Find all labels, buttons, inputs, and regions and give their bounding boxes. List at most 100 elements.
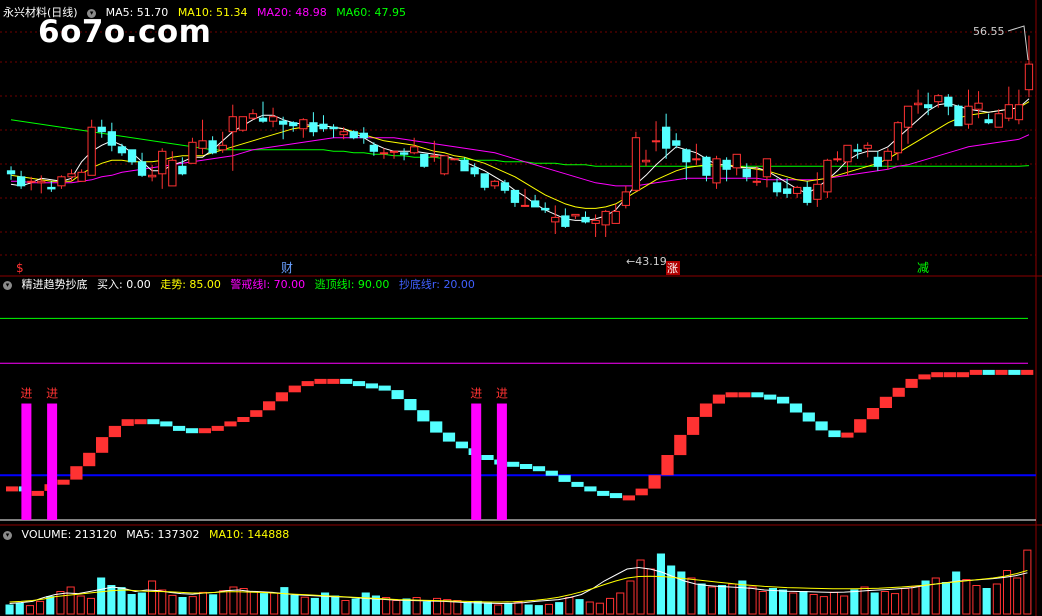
event-marker-1[interactable]: $ xyxy=(16,261,24,275)
candle-up xyxy=(238,116,247,131)
candle-up xyxy=(269,116,278,122)
volume-bar-up xyxy=(66,586,75,615)
candlestick-layer[interactable] xyxy=(6,35,1034,237)
candle-down xyxy=(258,117,268,122)
trend-bar-down xyxy=(609,493,623,499)
panel-toggle-icon[interactable]: ▾ xyxy=(3,280,12,290)
volume-bar-down xyxy=(483,602,492,615)
stock-name[interactable]: 永兴材料(日线) xyxy=(3,6,78,19)
candle-up xyxy=(571,213,580,217)
volume-bar-up xyxy=(626,580,635,615)
candle-down xyxy=(178,165,187,175)
volume-bar-down xyxy=(422,601,431,615)
trend-bar-up xyxy=(288,385,301,393)
candle-down xyxy=(500,182,510,191)
candle-down xyxy=(460,159,469,172)
indicator-panel-header: ▾ 精进趋势抄底 买入: 0.00 走势: 85.00 警戒线l: 70.00 … xyxy=(3,277,481,293)
trend-value: 走势: 85.00 xyxy=(160,278,221,291)
volume-bar-up xyxy=(901,588,910,615)
candle-up xyxy=(410,146,419,154)
candle-up xyxy=(611,210,620,224)
trend-bar-up xyxy=(224,421,237,427)
candle-down xyxy=(137,161,147,176)
volume-bar-down xyxy=(667,565,676,615)
trend-bar-up xyxy=(6,486,19,492)
volume-bar-up xyxy=(809,594,818,615)
volume-bar-up xyxy=(891,593,900,615)
volume-bar-down xyxy=(799,591,808,615)
candle-up xyxy=(621,191,631,206)
candle-up xyxy=(823,159,832,193)
grid-layer xyxy=(0,0,1042,616)
candle-down xyxy=(107,131,116,146)
candle-down xyxy=(510,189,520,203)
candle-down xyxy=(127,149,137,163)
trend-bar-up xyxy=(931,372,944,378)
volume-bar-up xyxy=(992,583,1001,615)
candle-up xyxy=(863,144,872,149)
candle-up xyxy=(641,159,651,163)
trend-bar-up xyxy=(892,387,905,397)
panel-toggle-icon[interactable]: ▾ xyxy=(87,8,97,18)
volume-bar-down xyxy=(402,598,411,615)
trend-bar-down xyxy=(391,390,404,400)
indicator-name[interactable]: 精进趋势抄底 xyxy=(22,278,88,291)
high-pointer-icon xyxy=(1007,25,1029,61)
volume-bar-up xyxy=(36,600,45,615)
candle-up xyxy=(712,158,721,184)
volume-bar-up xyxy=(728,583,737,615)
volume-bar-up xyxy=(341,600,350,615)
volume-bar-down xyxy=(280,587,289,615)
candle-up xyxy=(339,131,348,136)
volume-bar-up xyxy=(758,591,767,615)
candle-down xyxy=(561,215,570,227)
trend-bar-down xyxy=(455,441,468,449)
candle-up xyxy=(551,216,560,223)
candle-up xyxy=(1004,104,1014,119)
volume-layer[interactable] xyxy=(5,549,1032,615)
volume-bar-up xyxy=(270,592,279,615)
trend-bar-up xyxy=(738,392,751,398)
panel-toggle-icon[interactable]: ▾ xyxy=(3,530,12,540)
volume-bar-up xyxy=(392,600,401,615)
trend-bar-up xyxy=(83,452,96,467)
trend-bar-down xyxy=(404,399,417,411)
event-marker-3[interactable]: 涨 xyxy=(667,262,678,275)
volume-bar-down xyxy=(504,603,513,615)
volume-bar-up xyxy=(962,579,971,615)
volume-bar-up xyxy=(1023,549,1032,615)
volume-bar-down xyxy=(290,594,299,615)
indicator-layer[interactable]: 进进进进 xyxy=(0,317,1036,521)
candle-down xyxy=(329,126,338,130)
candle-down xyxy=(853,149,862,152)
volume-bar-down xyxy=(575,599,584,615)
volume-bar-down xyxy=(697,583,706,615)
trend-bar-up xyxy=(854,419,867,433)
event-marker-2[interactable]: 财 xyxy=(281,261,293,275)
event-marker-4[interactable]: 减 xyxy=(917,261,929,275)
escape-value: 逃顶线l: 90.00 xyxy=(314,278,390,291)
candle-up xyxy=(752,180,762,183)
volume-bar-up xyxy=(229,586,238,615)
candle-up xyxy=(903,105,913,128)
candle-up xyxy=(379,152,389,155)
volume-bar-down xyxy=(117,587,126,615)
trend-bar-up xyxy=(969,369,982,375)
trend-bar-down xyxy=(789,403,803,413)
volume-bar-up xyxy=(188,596,197,615)
candle-up xyxy=(964,105,973,125)
candle-down xyxy=(117,146,127,154)
trend-bar-up xyxy=(327,378,340,384)
candle-up xyxy=(520,204,530,207)
trend-bar-up xyxy=(944,372,957,378)
candle-up xyxy=(1014,104,1024,121)
volume-bar-up xyxy=(300,596,309,615)
low-price-label: ←43.19 xyxy=(626,255,667,268)
volume-bar-down xyxy=(779,589,788,615)
candle-down xyxy=(309,122,318,133)
candle-up xyxy=(198,140,207,149)
candle-up xyxy=(813,183,822,200)
volume-bar-down xyxy=(361,592,370,615)
candle-up xyxy=(914,102,923,106)
ma10-value: MA10: 51.34 xyxy=(177,6,248,19)
